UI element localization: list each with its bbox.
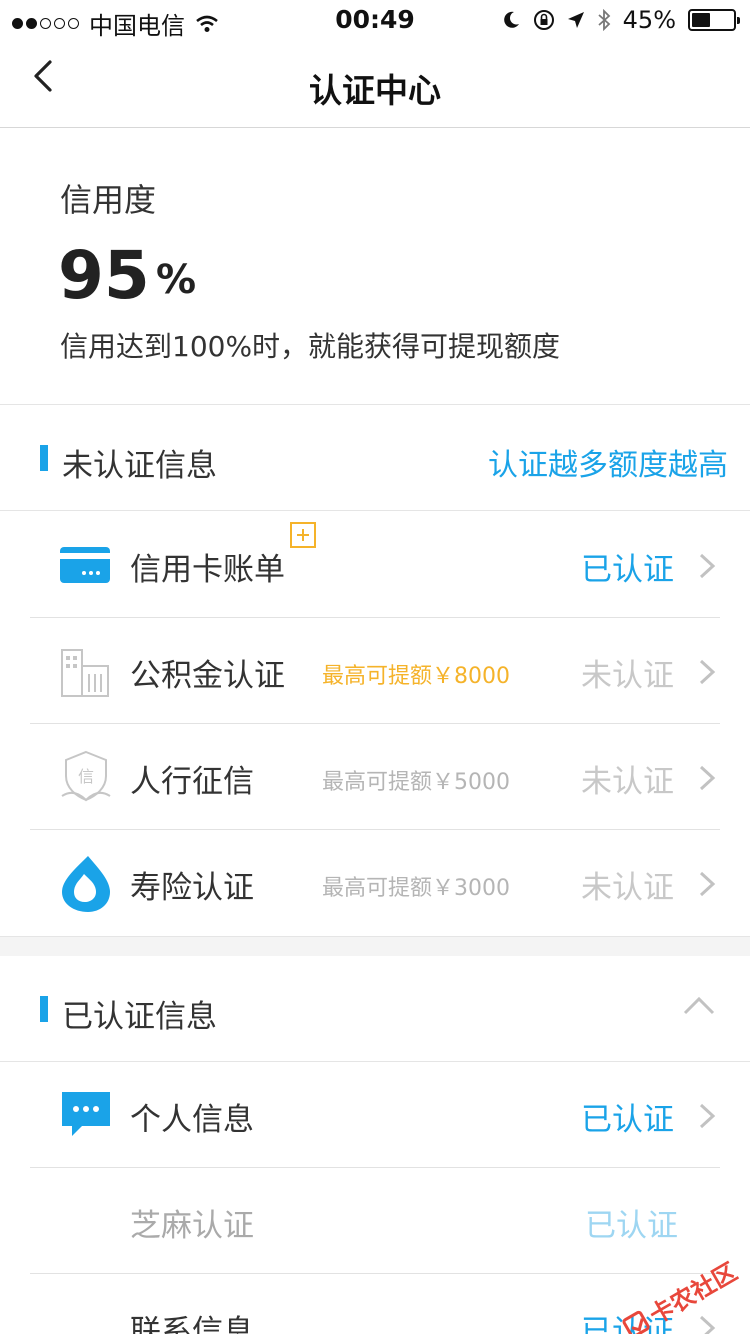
moon-icon xyxy=(503,11,519,28)
building-icon xyxy=(61,649,109,697)
water-drop-icon xyxy=(62,856,110,912)
row-label: 公积金认证 xyxy=(130,658,285,694)
section-title: 已认证信息 xyxy=(62,999,217,1035)
credit-value: 95 xyxy=(58,237,150,314)
row-label: 个人信息 xyxy=(130,1102,254,1138)
battery-icon xyxy=(688,9,740,31)
chevron-up-icon[interactable] xyxy=(682,994,716,1018)
rotation-lock-icon xyxy=(533,10,554,30)
row-label: 芝麻认证 xyxy=(130,1208,254,1244)
row-label: 信用卡账单 xyxy=(130,552,285,588)
row-limit: 最高可提额￥5000 xyxy=(322,770,510,795)
chevron-right-icon xyxy=(699,765,716,791)
status-right: 45% xyxy=(501,6,740,34)
chevron-right-icon xyxy=(699,553,716,579)
section-marker xyxy=(40,996,48,1022)
list-item-credit-card-bill[interactable]: 信用卡账单 已认证 xyxy=(0,512,750,618)
chevron-right-icon xyxy=(699,659,716,685)
plus-badge-icon xyxy=(290,522,316,548)
navigation-bar: 认证中心 xyxy=(0,40,750,128)
list-item-life-insurance[interactable]: 寿险认证 最高可提额￥3000 未认证 xyxy=(0,830,750,936)
row-status: 未认证 xyxy=(581,764,674,800)
status-bar: 中国电信 00:49 45% xyxy=(0,0,750,40)
chevron-right-icon xyxy=(699,1103,716,1129)
section-marker xyxy=(40,445,48,471)
row-status: 未认证 xyxy=(581,870,674,906)
row-status: 已认证 xyxy=(581,1102,674,1138)
row-status: 已认证 xyxy=(581,552,674,588)
svg-text:信: 信 xyxy=(78,767,94,786)
battery-percent: 45% xyxy=(622,6,676,34)
list-item-personal-info[interactable]: 个人信息 已认证 xyxy=(0,1062,750,1168)
row-label: 人行征信 xyxy=(130,764,254,800)
credit-card-icon xyxy=(60,547,110,583)
chat-bubble-icon xyxy=(62,1092,110,1136)
row-status: 未认证 xyxy=(581,658,674,694)
unverified-section-header: 未认证信息 认证越多额度越高 xyxy=(0,405,750,511)
section-divider xyxy=(0,936,750,956)
verified-section-header[interactable]: 已认证信息 xyxy=(0,956,750,1062)
list-item-sesame-credit[interactable]: 芝麻认证 已认证 xyxy=(0,1168,750,1274)
section-hint: 认证越多额度越高 xyxy=(488,448,728,483)
list-item-housing-fund[interactable]: 公积金认证 最高可提额￥8000 未认证 xyxy=(0,618,750,724)
row-label: 联系信息 xyxy=(130,1314,254,1334)
shield-icon: 信 xyxy=(61,750,111,802)
row-limit: 最高可提额￥8000 xyxy=(322,664,510,689)
row-status: 已认证 xyxy=(585,1208,678,1244)
section-title: 未认证信息 xyxy=(62,448,217,484)
page-title: 认证中心 xyxy=(309,71,441,110)
credit-label: 信用度 xyxy=(60,181,157,219)
row-limit: 最高可提额￥3000 xyxy=(322,876,510,901)
row-label: 寿险认证 xyxy=(130,870,254,906)
credit-summary: 信用度 95 % 信用达到100%时，就能获得可提现额度 xyxy=(0,129,750,405)
bluetooth-icon xyxy=(598,9,610,31)
chevron-right-icon xyxy=(699,871,716,897)
list-item-pboc-credit[interactable]: 信 人行征信 最高可提额￥5000 未认证 xyxy=(0,724,750,830)
credit-unit: % xyxy=(156,257,197,303)
chevron-right-icon xyxy=(699,1315,716,1334)
credit-description: 信用达到100%时，就能获得可提现额度 xyxy=(60,330,561,363)
location-arrow-icon xyxy=(567,12,584,28)
